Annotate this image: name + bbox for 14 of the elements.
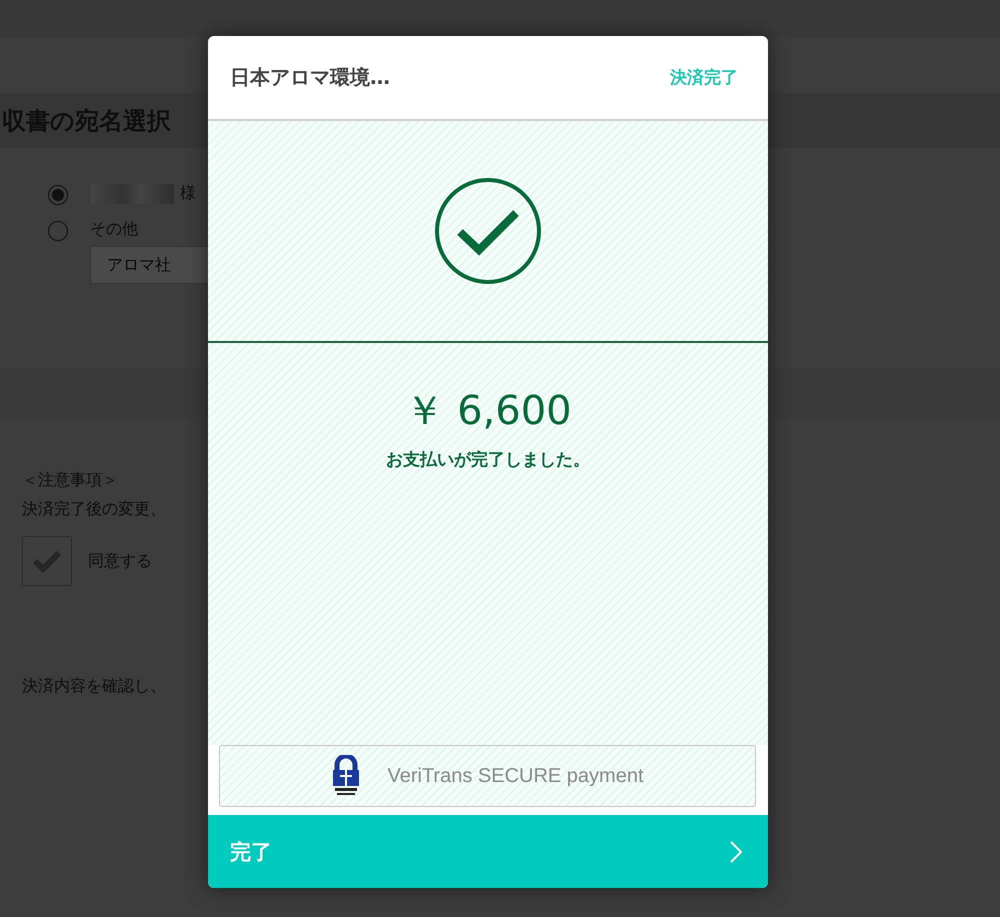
radio-button[interactable] bbox=[48, 221, 68, 241]
text-field[interactable]: アロマ社 bbox=[90, 246, 210, 284]
chevron-right-icon bbox=[730, 840, 742, 862]
radio-button[interactable] bbox=[48, 185, 68, 205]
status-label: 決済完了 bbox=[670, 67, 738, 89]
padlock-logo-icon bbox=[331, 755, 362, 797]
completion-message: お支払いが完了しました。 bbox=[386, 449, 590, 471]
merchant-name: 日本アロマ環境… bbox=[230, 64, 390, 91]
amount-text: ￥ 6,600 bbox=[404, 387, 572, 436]
done-button[interactable]: 完了 bbox=[208, 815, 768, 888]
check-circle-icon bbox=[434, 177, 542, 285]
checkmark-icon bbox=[32, 549, 62, 573]
checkbox[interactable] bbox=[22, 536, 72, 586]
secure-payment-label: VeriTrans SECURE payment bbox=[387, 764, 644, 788]
